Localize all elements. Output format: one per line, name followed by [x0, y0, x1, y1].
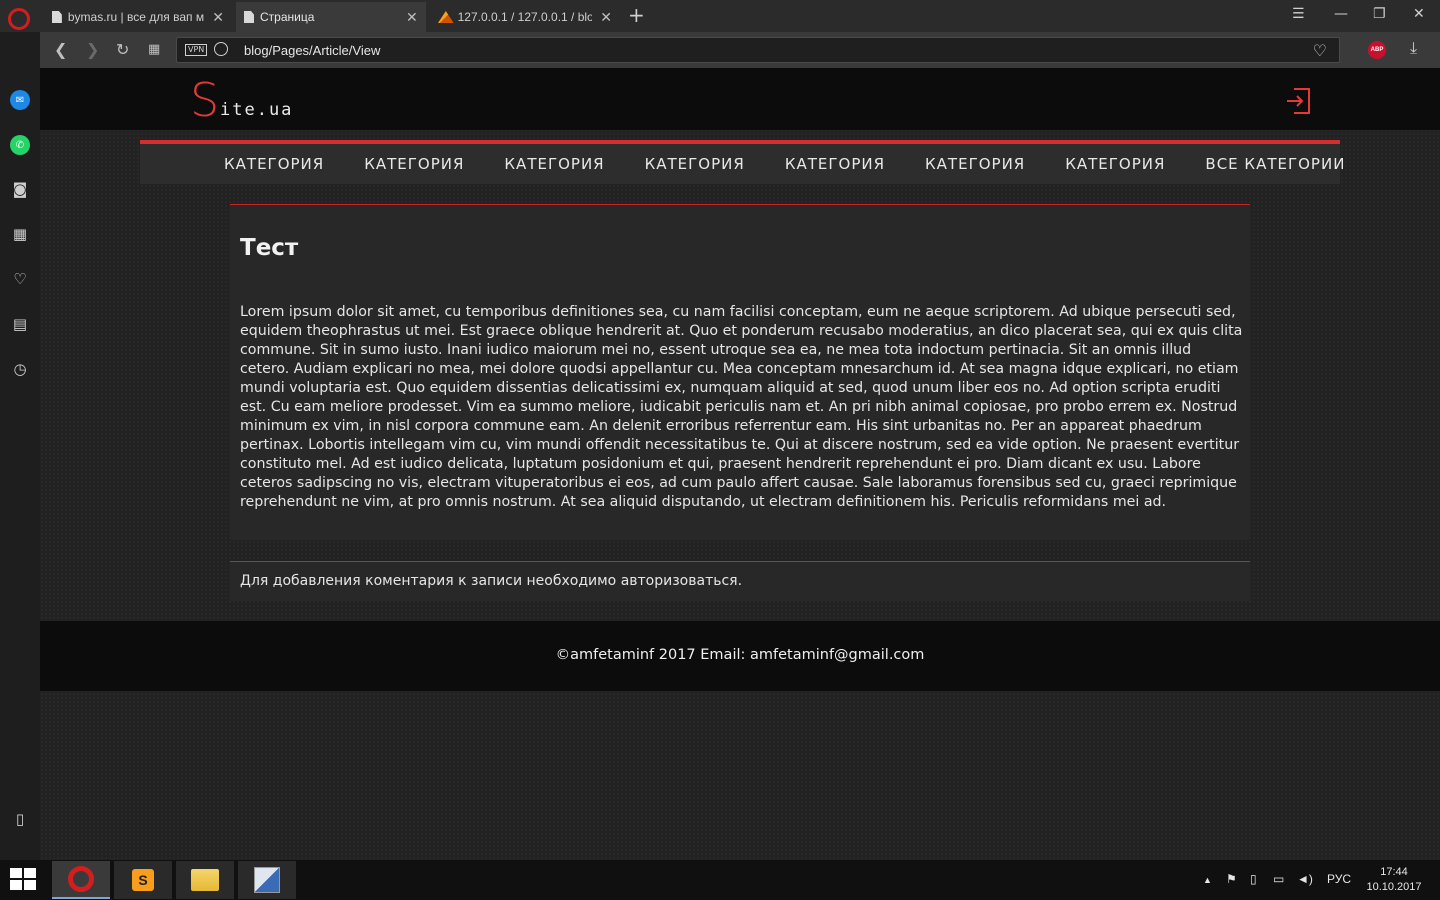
- globe-icon[interactable]: [214, 42, 228, 56]
- document-icon: [244, 11, 254, 23]
- new-tab-icon[interactable]: +: [628, 4, 645, 26]
- history-clock-icon[interactable]: ◷: [10, 359, 30, 379]
- close-tab-icon[interactable]: ✕: [406, 9, 418, 26]
- opera-sidebar: ✉ ✆ ◙ ▦ ♡ ▤ ◷ ▯: [0, 32, 40, 860]
- site-header: S ite.ua: [40, 68, 1440, 130]
- action-center-flag-icon[interactable]: ⚑: [1226, 872, 1237, 886]
- speed-dial-icon[interactable]: ▦: [148, 42, 160, 57]
- menu-item-category-4[interactable]: КАТЕГОРИЯ: [645, 155, 745, 173]
- tablet-icon[interactable]: ▯: [1250, 872, 1257, 886]
- tray-expand-icon[interactable]: ▲: [1203, 875, 1212, 885]
- restore-icon[interactable]: ❐: [1373, 6, 1386, 22]
- tab-stranitsa[interactable]: Страница ✕: [236, 2, 426, 32]
- network-icon[interactable]: ▭: [1273, 872, 1284, 886]
- footer-text: ©amfetaminf 2017 Email: amfetaminf@gmail…: [555, 647, 925, 663]
- adblock-icon[interactable]: ABP: [1368, 41, 1386, 59]
- article-card: Тест Lorem ipsum dolor sit amet, cu temp…: [230, 204, 1250, 540]
- download-icon[interactable]: ⤓: [1410, 38, 1417, 58]
- address-toolbar: ❮ ❯ ↻ ▦ VPN blog/Pages/Article/View ♡ AB…: [40, 32, 1440, 68]
- snipping-tool-icon: [254, 867, 280, 893]
- opera-icon: [68, 866, 94, 892]
- language-indicator[interactable]: РУС: [1327, 872, 1351, 886]
- opera-menu-icon[interactable]: [8, 8, 30, 30]
- windows-start-icon[interactable]: [10, 868, 38, 892]
- taskbar-explorer[interactable]: [176, 861, 234, 899]
- windows-taskbar: S ▲ ⚑ ▯ ▭ ◄) РУС 17:44 10.10.2017: [0, 860, 1440, 900]
- phpmyadmin-icon: [438, 11, 454, 23]
- clock-time: 17:44: [1380, 866, 1408, 878]
- article-title: Тест: [240, 235, 299, 261]
- menu-item-category-1[interactable]: КАТЕГОРИЯ: [224, 155, 324, 173]
- article-body: Lorem ipsum dolor sit amet, cu temporibu…: [240, 304, 1243, 510]
- browser-tabbar: bymas.ru | все для вап мастеров ✕ Страни…: [0, 0, 1440, 32]
- file-explorer-icon: [191, 869, 219, 891]
- menu-item-category-2[interactable]: КАТЕГОРИЯ: [364, 155, 464, 173]
- url-field[interactable]: VPN blog/Pages/Article/View ♡: [176, 37, 1340, 63]
- taskbar-sublime[interactable]: S: [114, 861, 172, 899]
- close-tab-icon[interactable]: ✕: [212, 9, 224, 26]
- tab-title: bymas.ru | все для вап мастеров: [67, 10, 205, 24]
- comment-notice-box: Для добавления коментария к записи необх…: [230, 561, 1250, 601]
- system-clock[interactable]: 17:44 10.10.2017: [1362, 865, 1426, 895]
- close-window-icon[interactable]: ✕: [1413, 6, 1425, 22]
- site-footer: ©amfetaminf 2017 Email: amfetaminf@gmail…: [40, 621, 1440, 691]
- document-icon: [52, 11, 62, 23]
- favorites-heart-icon[interactable]: ♡: [10, 269, 30, 289]
- url-text[interactable]: blog/Pages/Article/View: [244, 43, 380, 58]
- clock-date: 10.10.2017: [1366, 881, 1422, 893]
- tab-bymas[interactable]: bymas.ru | все для вап мастеров ✕: [44, 2, 232, 32]
- messenger-icon[interactable]: ✉: [10, 90, 30, 110]
- forward-icon[interactable]: ❯: [86, 40, 99, 59]
- tab-title: 127.0.0.1 / 127.0.0.1 / blog: [457, 10, 593, 24]
- tab-phpmyadmin[interactable]: 127.0.0.1 / 127.0.0.1 / blog ✕: [430, 2, 620, 32]
- speed-dial-icon[interactable]: ▦: [10, 224, 30, 244]
- menu-item-category-5[interactable]: КАТЕГОРИЯ: [785, 155, 885, 173]
- taskbar-tool[interactable]: [238, 861, 296, 899]
- whatsapp-icon[interactable]: ✆: [10, 135, 30, 155]
- back-icon[interactable]: ❮: [54, 40, 67, 59]
- vpn-badge[interactable]: VPN: [185, 44, 208, 56]
- menu-item-category-6[interactable]: КАТЕГОРИЯ: [925, 155, 1025, 173]
- reload-icon[interactable]: ↻: [116, 40, 129, 59]
- tab-title: Страница: [260, 10, 315, 24]
- web-page: S ite.ua КАТЕГОРИЯ КАТЕГОРИЯ КАТЕГОРИЯ К…: [40, 68, 1440, 860]
- menu-item-all-categories[interactable]: ВСЕ КАТЕГОРИИ: [1205, 155, 1345, 173]
- logo-letter[interactable]: S: [190, 72, 219, 128]
- logo-text[interactable]: ite.ua: [220, 100, 293, 120]
- sublime-text-icon: S: [132, 869, 154, 891]
- tab-menu-icon[interactable]: ☰: [1292, 6, 1305, 22]
- sidebar-toggle-icon[interactable]: ▯: [10, 809, 30, 829]
- close-tab-icon[interactable]: ✕: [600, 9, 612, 26]
- camera-icon[interactable]: ◙: [10, 179, 30, 199]
- taskbar-opera[interactable]: [52, 861, 110, 899]
- menu-item-category-3[interactable]: КАТЕГОРИЯ: [504, 155, 604, 173]
- bookmark-heart-icon[interactable]: ♡: [1313, 41, 1327, 60]
- news-icon[interactable]: ▤: [10, 314, 30, 334]
- menu-item-category-7[interactable]: КАТЕГОРИЯ: [1065, 155, 1165, 173]
- minimize-icon[interactable]: —: [1334, 6, 1348, 22]
- category-menu: КАТЕГОРИЯ КАТЕГОРИЯ КАТЕГОРИЯ КАТЕГОРИЯ …: [140, 140, 1344, 184]
- comment-notice: Для добавления коментария к записи необх…: [240, 573, 743, 589]
- login-icon[interactable]: [1286, 88, 1310, 114]
- volume-icon[interactable]: ◄): [1297, 872, 1313, 886]
